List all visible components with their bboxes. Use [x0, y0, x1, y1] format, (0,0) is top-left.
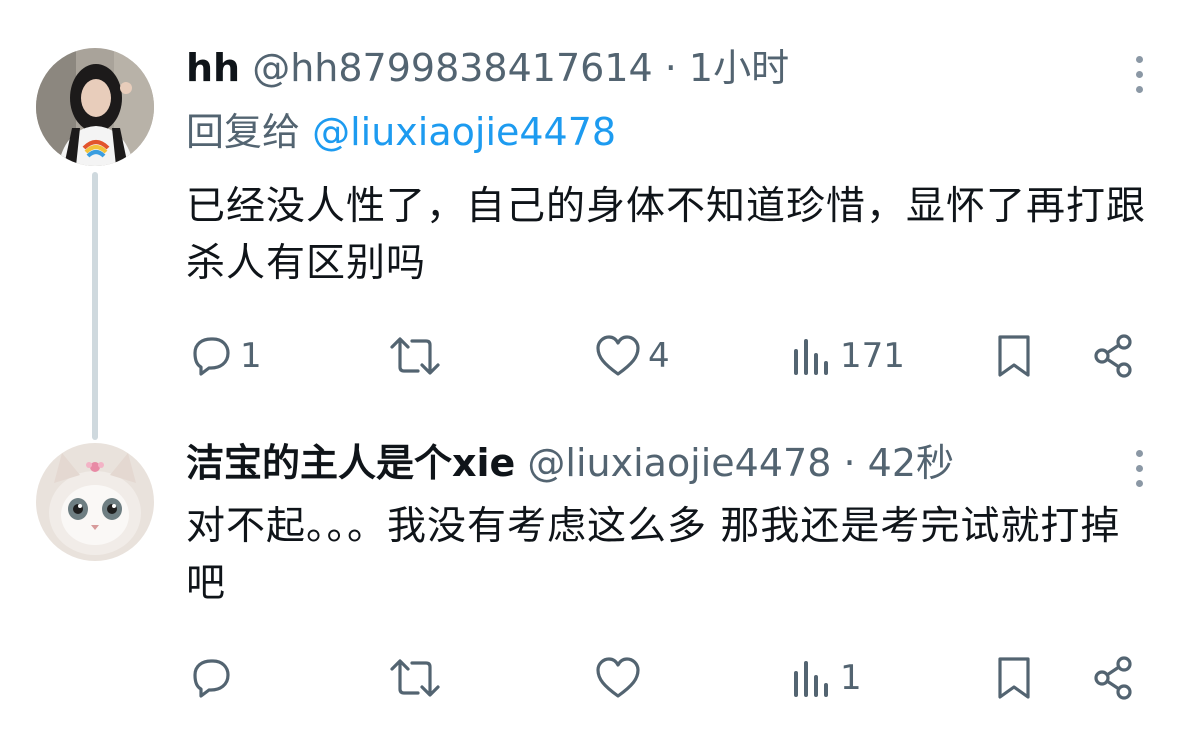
share-icon [1090, 333, 1138, 379]
views-icon [790, 333, 834, 379]
timestamp[interactable]: · 1小时 [665, 46, 789, 90]
repost-button[interactable] [388, 648, 448, 708]
like-icon [594, 655, 642, 701]
repost-icon [388, 655, 442, 701]
repost-button[interactable] [388, 326, 448, 386]
author-handle[interactable]: @hh8799838417614 [252, 46, 652, 90]
like-count: 4 [648, 336, 670, 376]
reply-mention-link[interactable]: @liuxiaojie4478 [312, 110, 616, 154]
reply-prefix: 回复给 [186, 110, 301, 154]
reply-context: 回复给 @liuxiaojie4478 [186, 108, 616, 156]
reply-button[interactable] [188, 648, 240, 708]
action-bar: 1 [0, 648, 1200, 708]
tweet-header: 洁宝的主人是个xie @liuxiaojie4478 · 42秒 [186, 440, 954, 486]
reply-count: 1 [240, 336, 262, 376]
reply-icon [188, 655, 234, 701]
repost-icon [388, 333, 442, 379]
author-name[interactable]: hh [186, 46, 240, 90]
action-bar: 1 4 171 [0, 326, 1200, 386]
views-icon [790, 655, 834, 701]
timestamp[interactable]: · 42秒 [843, 441, 954, 485]
tweet-header: hh @hh8799838417614 · 1小时 [186, 45, 789, 91]
reply-button[interactable]: 1 [188, 326, 262, 386]
like-button[interactable] [594, 648, 648, 708]
tweet-text: 已经没人性了，自己的身体不知道珍惜，显怀了再打跟杀人有区别吗 [186, 184, 1147, 286]
more-icon[interactable] [1124, 446, 1156, 492]
share-icon [1090, 655, 1138, 701]
views-count: 1 [840, 658, 862, 698]
author-handle[interactable]: @liuxiaojie4478 [527, 441, 831, 485]
like-icon [594, 333, 642, 379]
views-button[interactable]: 171 [790, 326, 905, 386]
bookmark-button[interactable] [994, 648, 1034, 708]
avatar[interactable] [36, 443, 154, 561]
like-button[interactable]: 4 [594, 326, 670, 386]
thread-line [92, 172, 98, 440]
share-button[interactable] [1090, 648, 1138, 708]
bookmark-button[interactable] [994, 326, 1034, 386]
author-name[interactable]: 洁宝的主人是个xie [186, 441, 515, 485]
more-icon[interactable] [1124, 52, 1156, 98]
reply-icon [188, 333, 234, 379]
bookmark-icon [994, 655, 1034, 701]
bookmark-icon [994, 333, 1034, 379]
tweet-text: 对不起。。。我没有考虑这么多 那我还是考完试就打掉吧 [186, 504, 1121, 606]
views-count: 171 [840, 336, 905, 376]
views-button[interactable]: 1 [790, 648, 862, 708]
avatar[interactable] [36, 48, 154, 166]
share-button[interactable] [1090, 326, 1138, 386]
